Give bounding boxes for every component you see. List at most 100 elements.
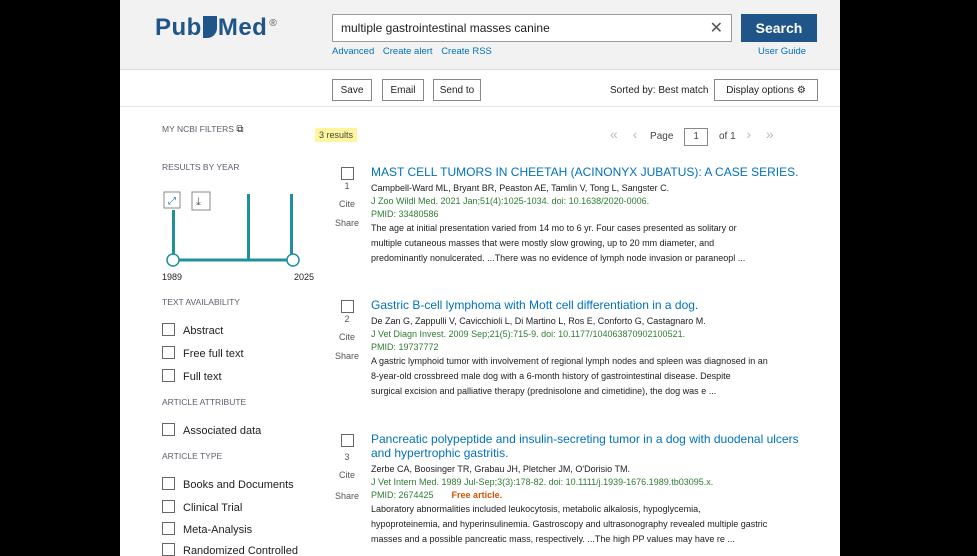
logo-bookmark-icon: [202, 16, 217, 38]
share-button[interactable]: Share: [327, 351, 367, 361]
filter-label: Randomized Controlled: [183, 545, 298, 556]
checkbox[interactable]: [162, 323, 175, 336]
next-page-icon[interactable]: ›: [746, 126, 751, 142]
result-snippet-line: The age at initial presentation varied f…: [371, 223, 737, 233]
cite-button[interactable]: Cite: [327, 470, 367, 480]
last-page-icon[interactable]: »: [766, 126, 774, 142]
checkbox[interactable]: [162, 346, 175, 359]
result-snippet-line: multiple cutaneous masses that were most…: [371, 238, 715, 248]
share-button[interactable]: Share: [327, 491, 367, 501]
first-page-icon[interactable]: «: [610, 126, 618, 142]
result-number: 1: [344, 181, 350, 191]
result-snippet-line: surgical excision and palliative therapy…: [371, 386, 717, 396]
result-item: 3 Cite Share Pancreatic polypeptide and …: [327, 432, 822, 556]
result-snippet-line: Laboratory abnormalities included leukoc…: [371, 504, 701, 514]
text-availability-label: TEXT AVAILABILITY: [162, 297, 240, 307]
result-journal: J Vet Diagn Invest. 2009 Sep;21(5):715-9…: [371, 329, 686, 339]
download-glyph: ⤓: [196, 196, 201, 208]
cite-button[interactable]: Cite: [327, 199, 367, 209]
article-attribute-label: ARTICLE ATTRIBUTE: [162, 397, 247, 407]
result-item: 1 Cite Share MAST CELL TUMORS IN CHEETAH…: [327, 165, 822, 285]
my-ncbi-filters-label: MY NCBI FILTERS: [162, 124, 234, 134]
filter-label: Clinical Trial: [183, 502, 243, 514]
filter-abstract[interactable]: Abstract: [162, 323, 223, 337]
download-icon[interactable]: [191, 191, 211, 211]
result-authors: Campbell-Ward ML, Bryant BR, Peaston AE,…: [371, 183, 670, 193]
result-snippet-line: 8-year-old crossbreed male dog with a 6-…: [371, 371, 731, 381]
create-rss-link[interactable]: Create RSS: [441, 46, 492, 57]
pubmed-page: Pub Med ® multiple gastrointestinal masses…: [120, 0, 840, 556]
result-checkbox[interactable]: [341, 167, 354, 180]
logo-text-med: Med: [217, 14, 268, 41]
checkbox[interactable]: [162, 500, 175, 513]
sort-label[interactable]: Sorted by: Best match: [610, 85, 708, 96]
filter-label: Meta-Analysis: [183, 524, 253, 536]
my-ncbi-filters[interactable]: MY NCBI FILTERS ⧉: [162, 124, 243, 135]
result-snippet-line: predominantly nonulcerated. ...There was…: [371, 253, 746, 263]
result-snippet-line: A gastric lymphoid tumor with involvemen…: [371, 356, 768, 366]
clear-icon[interactable]: ✕: [710, 18, 723, 38]
result-pmid-line: PMID: 19737772: [371, 341, 811, 354]
result-number: 3: [344, 452, 350, 462]
result-title-link[interactable]: MAST CELL TUMORS IN CHEETAH (ACINONYX JU…: [371, 165, 811, 179]
filter-meta-analysis[interactable]: Meta-Analysis: [162, 522, 252, 536]
advanced-link[interactable]: Advanced: [332, 46, 374, 57]
year-end-label: 2025: [294, 272, 315, 282]
display-options-button[interactable]: Display options ⚙: [714, 79, 818, 101]
create-alert-link[interactable]: Create alert: [383, 46, 433, 57]
pagination: « ‹ Page 1 of 1 › »: [610, 126, 774, 146]
results-toolbar: Save Email Send to Sorted by: Best match…: [120, 70, 840, 107]
year-start-handle[interactable]: [166, 253, 180, 267]
page-total: of 1: [718, 131, 736, 142]
display-options-label: Display options: [726, 85, 795, 96]
email-button[interactable]: Email: [382, 79, 424, 101]
year-histogram[interactable]: ⤢ ⤓: [160, 184, 320, 274]
pubmed-logo[interactable]: Pub Med ®: [155, 14, 277, 42]
result-pmid: PMID: 19737772: [371, 342, 439, 352]
filter-clinical-trial[interactable]: Clinical Trial: [162, 500, 242, 514]
results-count: 3 results: [315, 128, 358, 142]
user-guide-link[interactable]: User Guide: [758, 46, 806, 57]
save-button[interactable]: Save: [332, 79, 372, 101]
filter-associated-data[interactable]: Associated data: [162, 423, 261, 437]
checkbox[interactable]: [162, 522, 175, 535]
result-item: 2 Cite Share Gastric B-cell lymphoma wit…: [327, 298, 822, 418]
share-button[interactable]: Share: [327, 218, 367, 228]
checkbox[interactable]: [162, 543, 175, 556]
result-pmid-line: PMID: 2674425 Free article.: [371, 489, 811, 502]
filter-randomized-controlled[interactable]: Randomized Controlled: [162, 543, 298, 556]
year-bar-2021: [290, 194, 293, 260]
page-label: Page: [650, 131, 674, 142]
result-title-link[interactable]: Gastric B-cell lymphoma with Mott cell d…: [371, 298, 811, 312]
result-snippet-line: masses and a possible pancreatic mass, r…: [371, 534, 735, 544]
year-end-handle[interactable]: [286, 253, 300, 267]
result-title-link[interactable]: Pancreatic polypeptide and insulin-secre…: [371, 432, 811, 460]
checkbox[interactable]: [162, 423, 175, 436]
free-article-badge: Free article.: [451, 490, 503, 500]
results-by-year-label: RESULTS BY YEAR: [162, 162, 240, 172]
cite-button[interactable]: Cite: [327, 332, 367, 342]
result-snippet-line: hypoproteinemia, and hyperinsulinemia. G…: [371, 519, 768, 529]
prev-page-icon[interactable]: ‹: [633, 126, 638, 142]
logo-registered: ®: [269, 18, 278, 29]
filter-label: Full text: [183, 371, 222, 383]
result-pmid: PMID: 2674425: [371, 490, 434, 500]
search-input[interactable]: multiple gastrointestinal masses canine …: [332, 14, 732, 42]
filter-books-and-documents[interactable]: Books and Documents: [162, 477, 294, 491]
year-bar-1989: [172, 210, 175, 260]
send-to-button[interactable]: Send to: [433, 79, 481, 101]
checkbox[interactable]: [162, 369, 175, 382]
expand-glyph: ⤢: [168, 196, 176, 207]
filter-free-full-text[interactable]: Free full text: [162, 346, 244, 360]
result-body: Gastric B-cell lymphoma with Mott cell d…: [371, 298, 811, 399]
result-checkbox[interactable]: [341, 434, 354, 447]
header: Pub Med ® multiple gastrointestinal masses…: [120, 0, 840, 70]
result-checkbox[interactable]: [341, 300, 354, 313]
search-button[interactable]: Search: [741, 14, 817, 42]
filter-full-text[interactable]: Full text: [162, 369, 222, 383]
filter-label: Free full text: [183, 348, 244, 360]
page-number-input[interactable]: 1: [684, 128, 709, 146]
filters-sidebar: MY NCBI FILTERS ⧉ RESULTS BY YEAR ⤢ ⤓ 19…: [120, 106, 320, 556]
checkbox[interactable]: [162, 477, 175, 490]
year-start-label: 1989: [162, 272, 183, 282]
